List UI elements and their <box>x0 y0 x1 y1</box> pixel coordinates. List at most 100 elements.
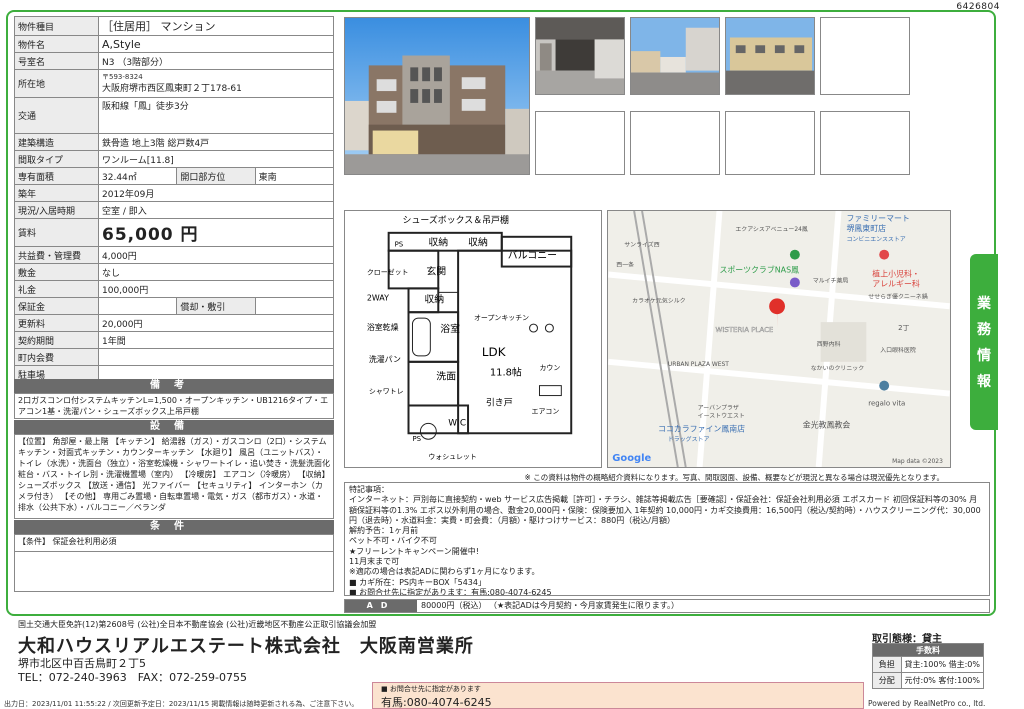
side-tab-char: 報 <box>977 374 991 390</box>
floor-plan[interactable]: シューズボックス＆吊戸棚 PS 収納 収納 バルコニー クローゼット 2WAY … <box>344 210 602 468</box>
guarantee-value <box>97 297 178 315</box>
fp-closet: クローゼット <box>367 268 409 277</box>
street-photo[interactable] <box>630 17 720 95</box>
contact-phone: 有馬:080-4074-6245 <box>381 696 492 709</box>
notes-line: ■ カギ所在：PS内キーBOX「5434」 <box>349 577 486 587</box>
side-tab-char: 業 <box>977 296 991 312</box>
direction-value: 東南 <box>254 167 335 185</box>
fp-closet-2way: 2WAY <box>367 293 389 302</box>
business-info-tab[interactable]: 業 務 情 報 <box>970 254 998 430</box>
built-label: 築年 <box>14 184 99 202</box>
notes-line: ■ お問合せ先に指定があります：有馬:080-4074-6245 <box>349 587 552 596</box>
empty-photo-slot <box>820 17 910 95</box>
fp-ps-2: PS <box>412 435 421 443</box>
special-notes: 特記事項： インターネット：戸別毎に直接契約・web サービス広告掲載［許可］・… <box>344 482 990 596</box>
fp-ldk-size: 11.8帖 <box>490 366 522 379</box>
structure-label: 建築構造 <box>14 133 99 151</box>
conditions-text: 【条件】 保証会社利用必須 <box>14 534 334 552</box>
fp-ps-1: PS <box>395 241 404 249</box>
fp-open-kitchen: オープンキッチン <box>474 314 529 322</box>
address-cell: 〒593-8324 大阪府堺市西区鳳東町２丁178-61 <box>98 69 334 98</box>
renewal-label: 更新料 <box>14 314 99 332</box>
fp-top-label: シューズボックス＆吊戸棚 <box>403 214 509 226</box>
fp-ldk: LDK <box>482 345 507 359</box>
output-date: 出力日：2023/11/01 11:55:22 / 次回更新予定日：2023/1… <box>4 700 359 708</box>
layout-label: 間取タイプ <box>14 150 99 168</box>
type-label: 物件種目 <box>14 16 99 36</box>
layout-value: ワンルーム[11.8] <box>98 150 334 168</box>
common-fee-label: 共益費・管理費 <box>14 246 99 264</box>
remarks-heading: 備考 <box>14 379 334 393</box>
company-tel: TEL：072-240-3963 FAX：072-259-0755 <box>18 671 248 684</box>
fp-storage-2: 収納 <box>468 236 488 249</box>
property-info-table: 物件種目 ［住居用］ マンション 物件名 A,Style 号室名 N3 （3階部分） … <box>14 16 335 383</box>
fp-sliding-door: 引き戸 <box>486 397 513 408</box>
map-label: 金光教鳳教会 <box>803 419 851 429</box>
address-value: 大阪府堺市西区鳳東町２丁178-61 <box>102 84 242 94</box>
map-label: カラオケ元気シルク <box>632 296 686 304</box>
entrance-photo[interactable] <box>535 17 625 95</box>
empty-photo-slot <box>725 111 815 175</box>
map-label: 植上小児科・ <box>872 268 920 278</box>
town-fee-label: 町内会費 <box>14 348 99 366</box>
map-label: ドラッグストア <box>668 435 710 443</box>
map-label: スポーツクラブNAS鳳 <box>719 265 799 275</box>
name-value: A,Style <box>98 35 334 53</box>
side-tab-char: 務 <box>977 322 991 338</box>
map-label: アレルギー科 <box>872 278 920 288</box>
conditions-heading: 条件 <box>14 520 334 534</box>
map-copyright: Map data ©2023 <box>892 458 943 465</box>
fp-bath-dryer: 浴室乾燥 <box>367 322 399 332</box>
map-label: 堺鳳東町店 <box>846 223 886 233</box>
parking-photo[interactable] <box>725 17 815 95</box>
area-value: 32.44㎡ <box>97 167 178 185</box>
powered-by: Powered by RealNetPro co., ltd. <box>868 699 986 708</box>
address-label: 所在地 <box>14 69 99 98</box>
building-photo[interactable] <box>344 17 530 175</box>
built-value: 2012年09月 <box>98 184 334 202</box>
fp-shower-toilet: シャワトレ <box>369 388 404 396</box>
ad-label: AD <box>345 600 417 612</box>
traffic-value: 阪和線「鳳」徒歩3分 <box>98 97 334 134</box>
fee-table: 手数料 負担 貸主:100% 借主:0% 分配 元付:0% 客付:100% <box>872 643 984 689</box>
amortization-label: 償却・敷引 <box>176 297 256 315</box>
key-money-label: 礼金 <box>14 280 99 298</box>
map-label: URBAN PLAZA WEST <box>668 361 729 368</box>
zip-code: 〒593-8324 <box>102 73 143 81</box>
status-label: 現況/入居時期 <box>14 201 99 219</box>
fee-split-value: 元付:0% 客付:100% <box>900 672 984 689</box>
contract-label: 契約期間 <box>14 331 99 349</box>
notes-line: 特記事項： <box>349 485 389 494</box>
map-label: エクアシスアベニュー24鳳 <box>735 226 808 233</box>
equipment-text: 【位置】 角部屋・最上階 【キッチン】 給湯器（ガス）・ガスコンロ（2口）・シス… <box>14 434 334 519</box>
renewal-value: 20,000円 <box>98 314 334 332</box>
notes-line: ★フリーレントキャンペーン開催中! <box>349 546 479 556</box>
map-label: せせらぎ優クニーネ鍋 <box>868 292 927 300</box>
map-label: WISTERIA PLACE <box>715 326 773 334</box>
key-money-value: 100,000円 <box>98 280 334 298</box>
side-tab-char: 情 <box>977 348 991 364</box>
empty-photo-slot <box>630 111 720 175</box>
fee-split-label: 分配 <box>872 672 902 689</box>
ad-value: 80000円（税込） （★表記ADは今月契約・今月家賃発生に限ります。） <box>421 601 679 610</box>
guarantee-label: 保証金 <box>14 297 99 315</box>
remarks-text: 2口ガスコンロ付システムキッチンL=1,500・オープンキッチン・UB1216タ… <box>14 393 334 419</box>
fp-entrance: 玄関 <box>426 265 446 278</box>
notes-line: 解約予告：1ヶ月前 <box>349 526 419 536</box>
fp-bath: 浴室 <box>440 322 460 335</box>
rent-label: 賃料 <box>14 218 99 247</box>
license-info: 国土交通大臣免許(12)第2608号 (公社)全日本不動産協会 (公社)近畿地区… <box>18 620 377 629</box>
contact-note: ■ お問合せ先に指定があります <box>381 685 481 693</box>
room-value: N3 （3階部分） <box>98 52 334 70</box>
map-label: ココカラファイン鳳南店 <box>658 423 745 433</box>
conditions-blank <box>14 552 334 592</box>
location-map[interactable]: ファミリーマート 堺鳳東町店 コンビニエンスストア サンライズ西 エクアシスアベ… <box>607 210 951 468</box>
contact-box: ■ お問合せ先に指定があります 有馬:080-4074-6245 <box>372 682 864 709</box>
structure-value: 鉄骨造 地上3階 総戸数4戸 <box>98 133 334 151</box>
rent-value: 65,000 円 <box>98 218 334 247</box>
notes-line: インターネット：戸別毎に直接契約・web サービス広告掲載［許可］・チラシ、雑誌… <box>349 495 981 525</box>
map-label: 入口眼科医院 <box>880 346 916 354</box>
traffic-label: 交通 <box>14 97 99 134</box>
empty-photo-slot <box>820 111 910 175</box>
empty-photo-slot <box>535 111 625 175</box>
